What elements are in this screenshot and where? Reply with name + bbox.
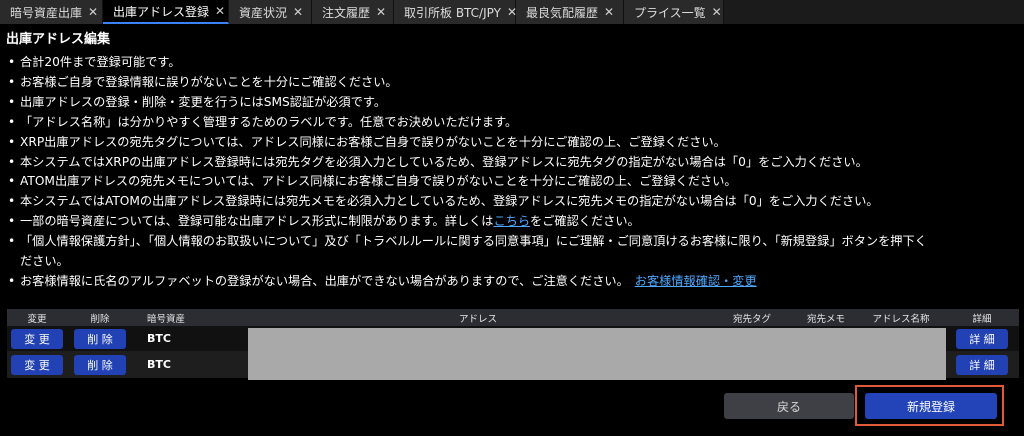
tab-price-list[interactable]: プライス一覧 ✕ — [624, 0, 724, 24]
delete-button[interactable]: 削 除 — [74, 328, 126, 349]
column-header-address: アドレス — [458, 313, 497, 325]
column-header-asset: 暗号資産 — [147, 313, 186, 325]
cell-detail: 詳 細 — [945, 354, 1019, 375]
tab-withdrawal-address-registration[interactable]: 出庫アドレス登録 ✕ — [103, 0, 229, 24]
new-registration-button[interactable]: 新規登録 — [865, 393, 997, 419]
tab-bar: 暗号資産出庫 ✕ 出庫アドレス登録 ✕ 資産状況 ✕ 注文履歴 ✕ 取引所板 B… — [0, 0, 1024, 24]
cell-delete: 削 除 — [67, 328, 133, 349]
close-icon[interactable]: ✕ — [88, 5, 98, 19]
cell-asset: BTC — [133, 332, 247, 345]
delete-button[interactable]: 削 除 — [74, 354, 126, 375]
notice-item: XRP出庫アドレスの宛先タグについては、アドレス同様にお客様ご自身で誤りがないこ… — [6, 133, 1018, 153]
notice-item: ATOM出庫アドレスの宛先メモについては、アドレス同様にお客様ご自身で誤りがない… — [6, 172, 1018, 192]
notice-item: 「アドレス名称」は分かりやすく管理するためのラベルです。任意でお決めいただけます… — [6, 113, 1018, 133]
table-header: 変更 削除 暗号資産 アドレス 宛先タグ 宛先メモ アドレス名称 詳細 — [7, 309, 1019, 326]
notice-text: お客様情報に氏名のアルファベットの登録がない場合、出庫ができない場合がありますの… — [20, 273, 629, 288]
customer-info-link[interactable]: お客様情報確認・変更 — [635, 274, 757, 288]
column-header-change: 変更 — [27, 313, 47, 325]
tab-label: 出庫アドレス登録 — [113, 4, 210, 19]
notice-text: をご確認ください。 — [530, 214, 640, 229]
detail-button[interactable]: 詳 細 — [956, 328, 1008, 349]
redacted-address-area — [248, 328, 946, 380]
notice-item: お客様情報に氏名のアルファベットの登録がない場合、出庫ができない場合がありますの… — [6, 272, 1018, 292]
tab-best-quote-history[interactable]: 最良気配履歴 ✕ — [516, 0, 624, 24]
notice-item: 「個人情報保護方針」、「個人情報のお取扱いについて」及び「トラベルルールに関する… — [6, 232, 1018, 272]
tab-asset-status[interactable]: 資産状況 ✕ — [229, 0, 312, 24]
page-title: 出庫アドレス編集 — [6, 32, 111, 47]
tab-label: 暗号資産出庫 — [10, 5, 83, 20]
tab-crypto-withdrawal[interactable]: 暗号資産出庫 ✕ — [0, 0, 103, 24]
tab-bar-filler — [724, 0, 1024, 24]
notice-item: 出庫アドレスの登録・削除・変更を行うにはSMS認証が必須です。 — [6, 93, 1018, 113]
cell-change: 変 更 — [7, 354, 67, 375]
notice-text: 「個人情報保護方針」、「個人情報のお取扱いについて」及び「トラベルルールに関する… — [20, 234, 927, 249]
tab-orderbook-btc-jpy[interactable]: 取引所板 BTC/JPY ✕ — [394, 0, 517, 24]
tab-label: プライス一覧 — [634, 5, 706, 20]
cell-change: 変 更 — [7, 328, 67, 349]
tab-order-history[interactable]: 注文履歴 ✕ — [312, 0, 394, 24]
tab-label: 資産状況 — [239, 5, 288, 20]
notice-list: 合計20件まで登録可能です。 お客様ご自身で登録情報に誤りがないことを十分にご確… — [6, 53, 1018, 292]
column-header-address-name: アドレス名称 — [872, 313, 930, 325]
column-header-dest-tag: 宛先タグ — [732, 313, 771, 325]
close-icon[interactable]: ✕ — [215, 4, 225, 18]
notice-item: 一部の暗号資産については、登録可能な出庫アドレス形式に制限があります。詳しくはこ… — [6, 212, 1018, 232]
close-icon[interactable]: ✕ — [293, 5, 303, 19]
change-button[interactable]: 変 更 — [11, 328, 63, 349]
change-button[interactable]: 変 更 — [11, 354, 63, 375]
tab-label: 注文履歴 — [322, 5, 371, 20]
close-icon[interactable]: ✕ — [604, 5, 614, 19]
back-button[interactable]: 戻る — [724, 393, 854, 419]
tab-label: 最良気配履歴 — [526, 5, 599, 20]
notice-text: 一部の暗号資産については、登録可能な出庫アドレス形式に制限があります。詳しくは — [20, 214, 494, 229]
close-icon[interactable]: ✕ — [712, 5, 722, 19]
column-header-delete: 削除 — [90, 313, 110, 325]
details-link[interactable]: こちら — [493, 214, 530, 228]
asset-name: BTC — [147, 358, 171, 371]
notice-item: 合計20件まで登録可能です。 — [6, 53, 1018, 73]
notice-text: ださい。 — [20, 254, 69, 269]
notice-item: お客様ご自身で登録情報に誤りがないことを十分にご確認ください。 — [6, 73, 1018, 93]
cell-asset: BTC — [133, 358, 247, 371]
cell-delete: 削 除 — [67, 354, 133, 375]
notice-item: 本システムではATOMの出庫アドレス登録時には宛先メモを必須入力としているため、… — [6, 192, 1018, 212]
cell-detail: 詳 細 — [945, 328, 1019, 349]
tab-label: 取引所板 BTC/JPY — [404, 5, 501, 20]
column-header-dest-memo: 宛先メモ — [806, 313, 845, 325]
asset-name: BTC — [147, 332, 171, 345]
detail-button[interactable]: 詳 細 — [956, 354, 1008, 375]
close-icon[interactable]: ✕ — [376, 5, 386, 19]
column-header-detail: 詳細 — [972, 313, 992, 325]
notice-item: 本システムではXRPの出庫アドレス登録時には宛先タグを必須入力としているため、登… — [6, 153, 1018, 173]
